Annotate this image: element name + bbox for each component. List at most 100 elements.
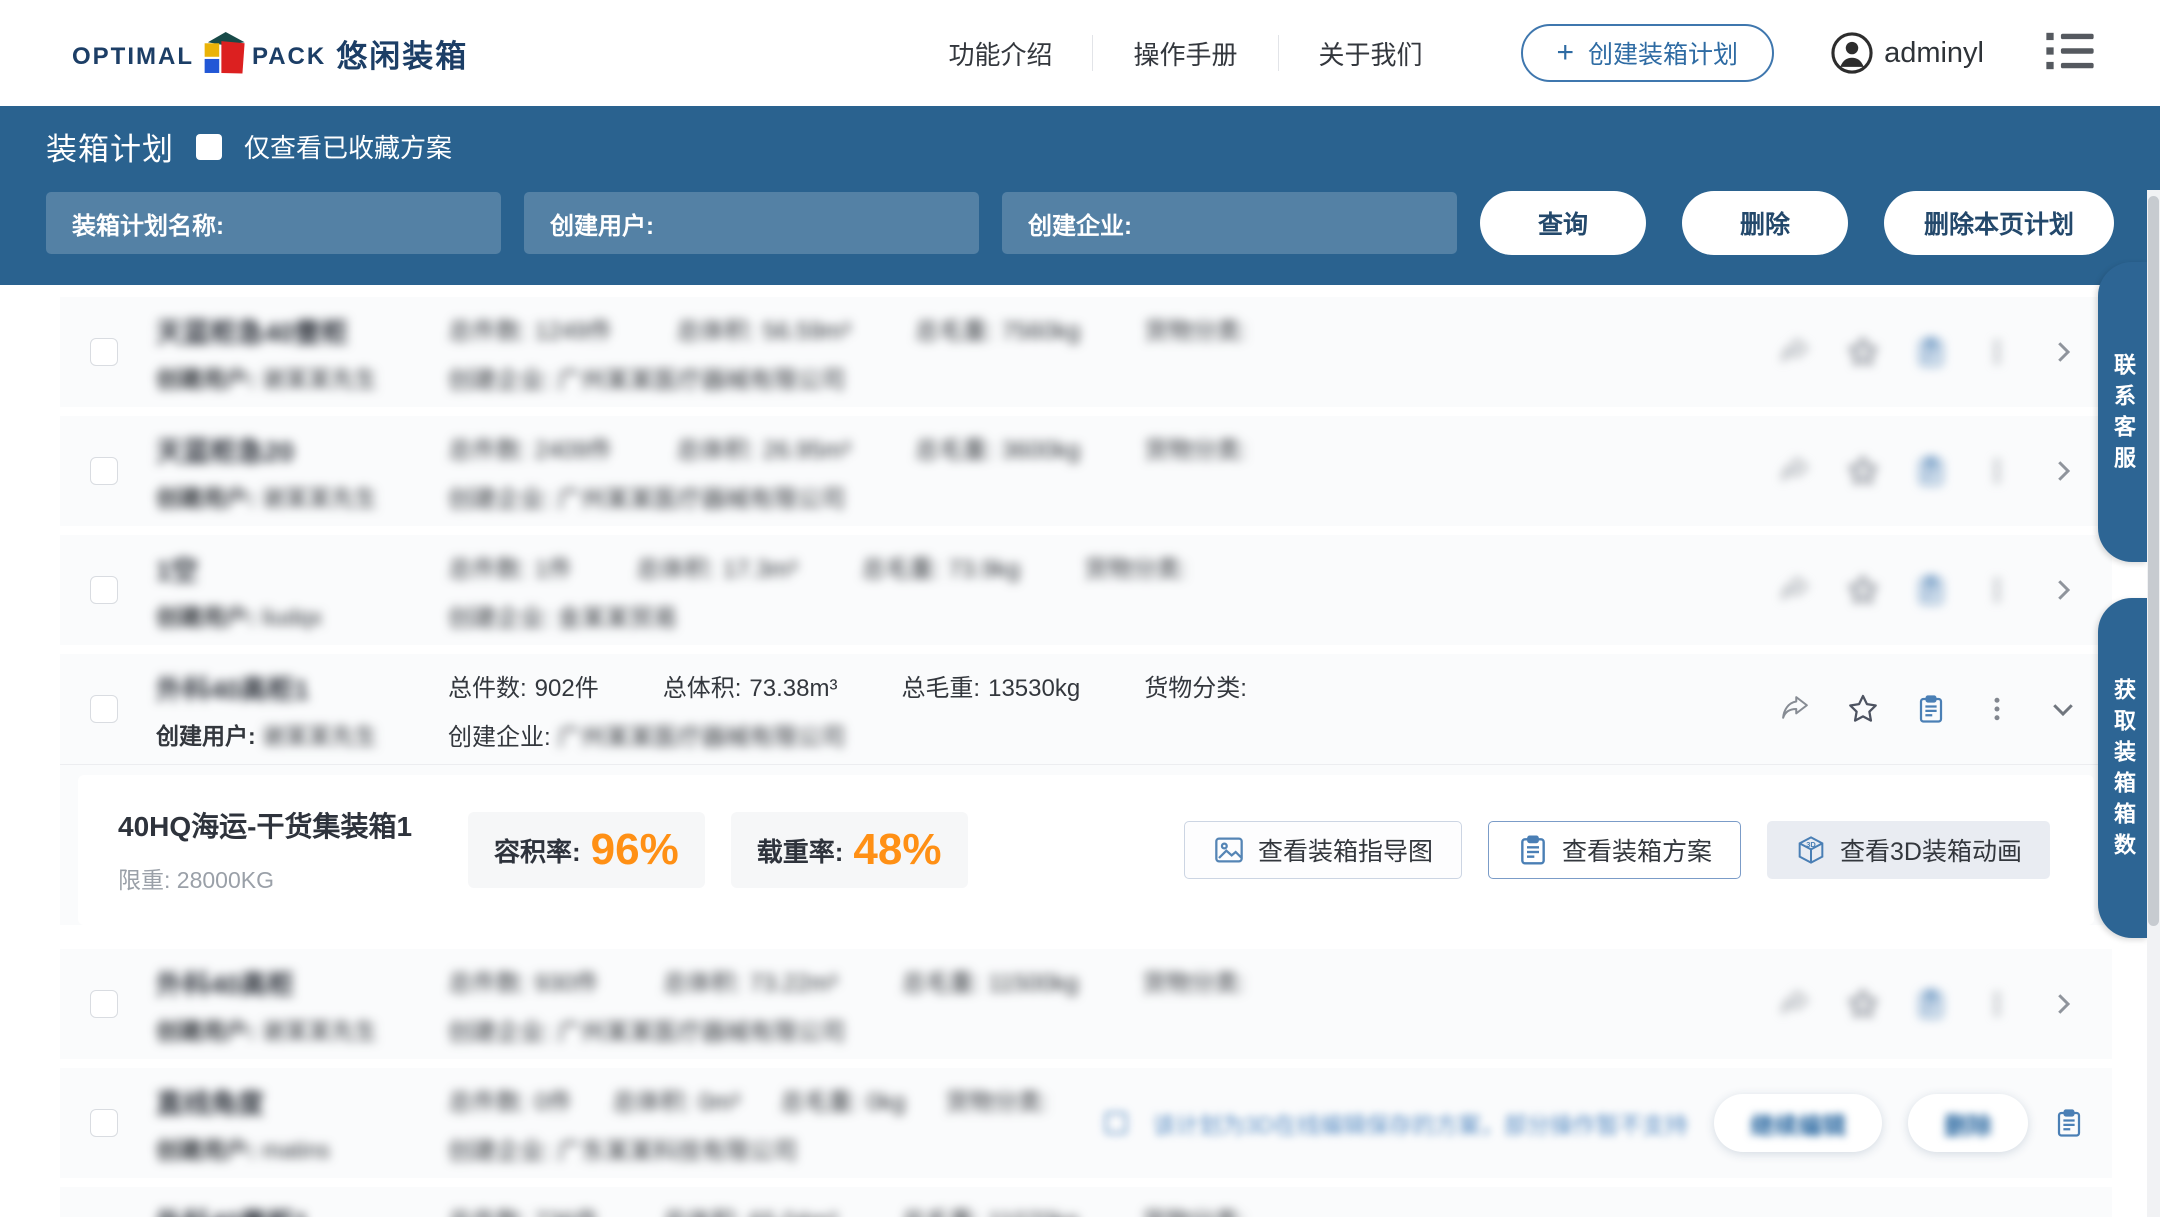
creator-value: 谢某某先生 (262, 485, 377, 511)
stat-label: 总件数: (448, 437, 527, 464)
stat-label: 总毛重: (915, 437, 994, 464)
clipboard-icon[interactable] (1916, 337, 1946, 367)
stat-label: 总毛重: (901, 675, 980, 702)
plan-title[interactable]: 外科40高柜1 (156, 668, 448, 707)
share-icon[interactable] (1780, 456, 1810, 486)
creator-label: 创建用户: (156, 1137, 256, 1163)
row-checkbox[interactable] (90, 695, 118, 723)
creator-label: 创建用户: (156, 366, 256, 392)
clipboard-icon[interactable] (1916, 456, 1946, 486)
chevron-right-icon[interactable] (2048, 989, 2078, 1019)
clipboard-icon[interactable] (1916, 989, 1946, 1019)
view-plan-button[interactable]: 查看装箱方案 (1488, 821, 1741, 879)
volume-rate-value: 96% (591, 828, 679, 872)
delete-page-button[interactable]: 删除本页计划 (1884, 191, 2114, 255)
row-checkbox[interactable] (90, 990, 118, 1018)
clipboard-icon[interactable] (1916, 575, 1946, 605)
kebab-icon[interactable] (1982, 337, 2012, 367)
plan-title[interactable]: 直线角度 (156, 1082, 448, 1121)
share-icon[interactable] (1780, 337, 1810, 367)
plan-title[interactable]: 1空 (156, 549, 448, 588)
scrollbar-thumb[interactable] (2148, 196, 2159, 926)
contact-support-tab[interactable]: 联系客服 (2098, 262, 2148, 562)
row-checkbox[interactable] (90, 576, 118, 604)
stat-label: 总体积: (663, 1208, 742, 1217)
share-icon[interactable] (1780, 575, 1810, 605)
table-row: 外科40高柜 创建用户: 谢某某先生 总件数:930件 总体积:73.22m³ … (60, 949, 2112, 1059)
star-icon[interactable] (1846, 573, 1880, 607)
row-checkbox[interactable] (90, 457, 118, 485)
container-detail-card: 40HQ海运-干货集装箱1 限重: 28000KG 容积率: 96% 载重率: … (78, 775, 2094, 925)
query-button[interactable]: 查询 (1480, 191, 1646, 255)
kebab-icon[interactable] (1982, 694, 2012, 724)
delete-plan-button[interactable]: 删除 (1908, 1094, 2028, 1152)
load-rate-label: 载重率: (757, 832, 844, 869)
plan-list: 天蓝柜急40壹柜 创建用户: 谢某某先生 总件数:1249件 总体积:56.59… (0, 285, 2160, 1217)
app-root: Optimal Pack 悠闲装箱 功能介绍 操作手册 关于我们 + 创建装箱计… (0, 0, 2160, 1217)
delete-plan-label: 删除 (1944, 1113, 1992, 1140)
table-row-expanded: 外科40高柜1 创建用户: 谢某某先生 总件数:902件 总体积:73.38m³… (60, 654, 2112, 925)
chevron-down-icon[interactable] (2048, 694, 2078, 724)
stat-label: 总件数: (448, 675, 527, 702)
chevron-right-icon[interactable] (2048, 456, 2078, 486)
table-row: 外科40壹柜1 创建用户: 谢某某先生 总件数:736件 总体积:65.04m³… (60, 1187, 2112, 1217)
user-menu[interactable]: adminyl (1830, 31, 1984, 75)
nav-manual[interactable]: 操作手册 (1093, 35, 1277, 72)
brand-chinese: 悠闲装箱 (336, 31, 468, 76)
star-icon[interactable] (1846, 692, 1880, 726)
kebab-icon[interactable] (1982, 575, 2012, 605)
share-icon[interactable] (1780, 989, 1810, 1019)
stat-value: 1249件 (535, 318, 612, 345)
plan-title[interactable]: 天蓝柜急20 (156, 430, 448, 469)
create-plan-button[interactable]: + 创建装箱计划 (1521, 24, 1775, 82)
view-guide-image-button[interactable]: 查看装箱指导图 (1184, 821, 1462, 879)
stat-label: 总件数: (448, 556, 527, 583)
logo-box-icon (196, 26, 250, 80)
plus-icon: + (1557, 38, 1575, 68)
image-icon (1213, 834, 1245, 866)
star-icon[interactable] (1846, 987, 1880, 1021)
weight-limit-value: 28000KG (177, 867, 274, 893)
brand-logo[interactable]: Optimal Pack 悠闲装箱 (72, 26, 468, 80)
stat-label: 总毛重: (780, 1089, 859, 1116)
row-checkbox[interactable] (90, 338, 118, 366)
creator-input[interactable]: 创建用户: (524, 192, 979, 254)
company-value: 金某某贸易 (557, 605, 677, 632)
table-row: 天蓝柜急20 创建用户: 谢某某先生 总件数:2409件 总体积:26.95m³… (60, 416, 2112, 526)
favorites-only-checkbox[interactable] (196, 134, 222, 160)
share-icon[interactable] (1780, 694, 1810, 724)
clipboard-icon[interactable] (2054, 1108, 2084, 1138)
view-3d-animation-button[interactable]: 3D 查看3D装箱动画 (1767, 821, 2050, 879)
svg-text:3D: 3D (1806, 840, 1816, 849)
star-icon[interactable] (1846, 335, 1880, 369)
nav-about[interactable]: 关于我们 (1279, 35, 1463, 72)
get-container-count-tab[interactable]: 获取装箱箱数 (2098, 598, 2148, 938)
nav-features[interactable]: 功能介绍 (908, 35, 1092, 72)
stat-label: 总件数: (448, 1208, 527, 1217)
chevron-right-icon[interactable] (2048, 575, 2078, 605)
chevron-right-icon[interactable] (2048, 337, 2078, 367)
creator-label: 创建用户: (550, 206, 654, 241)
kebab-icon[interactable] (1982, 456, 2012, 486)
plan-title[interactable]: 外科40高柜 (156, 963, 448, 1002)
load-rate-value: 48% (853, 828, 941, 872)
row-checkbox[interactable] (90, 1109, 118, 1137)
stat-value: 7560kg (1001, 318, 1080, 345)
list-menu-icon[interactable] (2046, 31, 2094, 76)
kebab-icon[interactable] (1982, 989, 2012, 1019)
creator-label: 创建用户: (156, 604, 256, 630)
continue-edit-label: 继续编辑 (1750, 1113, 1846, 1140)
company-input[interactable]: 创建企业: (1002, 192, 1457, 254)
plan-name-label: 装箱计划名称: (72, 206, 224, 241)
plan-name-input[interactable]: 装箱计划名称: (46, 192, 501, 254)
continue-edit-button[interactable]: 继续编辑 (1714, 1094, 1882, 1152)
document-icon (1517, 834, 1549, 866)
plan-title[interactable]: 外科40壹柜1 (156, 1201, 448, 1217)
brand-optimal: Optimal (72, 34, 194, 73)
delete-button[interactable]: 删除 (1682, 191, 1848, 255)
stat-value: 11500kg (988, 970, 1078, 997)
stat-value: 17.3m³ (723, 556, 798, 583)
star-icon[interactable] (1846, 454, 1880, 488)
plan-title[interactable]: 天蓝柜急40壹柜 (156, 311, 448, 350)
clipboard-icon[interactable] (1916, 694, 1946, 724)
